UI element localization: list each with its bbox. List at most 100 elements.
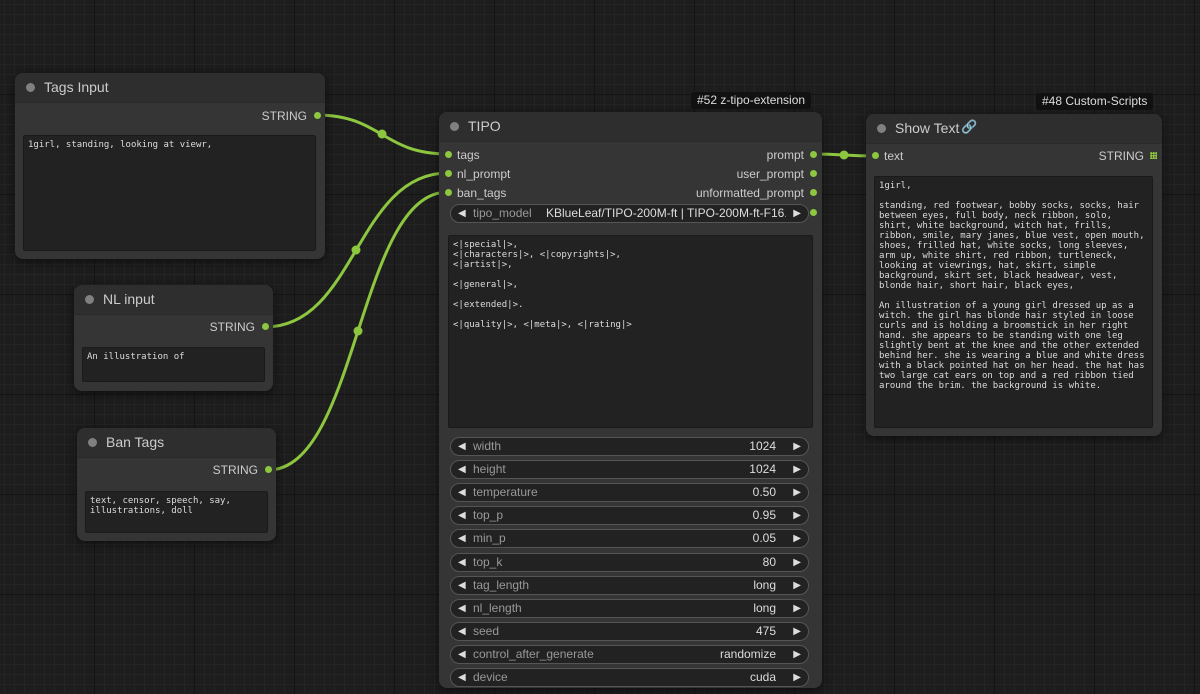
decrement-arrow-icon[interactable]: ◀ xyxy=(458,484,466,501)
node-title: NL input xyxy=(103,291,155,307)
decrement-arrow-icon[interactable]: ◀ xyxy=(458,623,466,640)
tags-input-node[interactable]: Tags Input STRING 1girl, standing, looki… xyxy=(15,73,325,259)
decrement-arrow-icon[interactable]: ◀ xyxy=(458,438,466,455)
output-slot-unformatted-prompt[interactable] xyxy=(810,189,817,196)
widget-height[interactable]: ◀ height 1024 ▶ xyxy=(450,460,809,480)
widget-name: min_p xyxy=(473,531,506,546)
collapse-dot-icon[interactable] xyxy=(26,83,35,92)
show-text-node-badge: #48 Custom-Scripts xyxy=(1036,93,1154,110)
widget-width[interactable]: ◀ width 1024 ▶ xyxy=(450,437,809,456)
widget-tag-length[interactable]: ◀ tag_length long ▶ xyxy=(450,575,809,595)
widget-top-k[interactable]: ◀ top_k 80 ▶ xyxy=(450,552,809,572)
widget-control-after-generate[interactable]: ◀ control_after_generate randomize ▶ xyxy=(450,644,809,664)
node-title: Show Text xyxy=(895,120,960,136)
ban-tags-text-field[interactable]: text, censor, speech, say, illustrations… xyxy=(85,491,268,533)
widget-name: tipo_model xyxy=(473,206,532,220)
decrement-arrow-icon[interactable]: ◀ xyxy=(458,507,466,524)
input-slot-tags[interactable] xyxy=(445,151,452,158)
output-slot-extra[interactable] xyxy=(810,209,817,216)
widget-name: nl_length xyxy=(473,600,522,615)
output-slot-dot[interactable] xyxy=(314,112,321,119)
collapse-dot-icon[interactable] xyxy=(450,122,459,131)
output-slot-dot[interactable] xyxy=(265,466,272,473)
increment-arrow-icon[interactable]: ▶ xyxy=(793,669,801,686)
widget-name: device xyxy=(473,670,508,684)
increment-arrow-icon[interactable]: ▶ xyxy=(793,507,801,524)
link-ban-tags-midpoint xyxy=(353,326,363,336)
node-title-bar[interactable]: Show Text 🔗 xyxy=(866,114,1162,144)
input-slot-nl-prompt[interactable] xyxy=(445,170,452,177)
decrement-arrow-icon[interactable]: ◀ xyxy=(458,646,466,663)
increment-arrow-icon[interactable]: ▶ xyxy=(793,205,801,222)
show-text-output-field[interactable]: 1girl, standing, red footwear, bobby soc… xyxy=(874,176,1153,428)
output-slot-prompt[interactable] xyxy=(810,151,817,158)
increment-arrow-icon[interactable]: ▶ xyxy=(793,530,801,547)
output-label-unformatted-prompt: unformatted_prompt xyxy=(695,186,804,200)
link-icon: 🔗 xyxy=(961,119,978,134)
input-slot-ban-tags[interactable] xyxy=(445,189,452,196)
format-text-field[interactable]: <|special|>, <|characters|>, <|copyright… xyxy=(448,235,813,428)
node-title-bar[interactable]: NL input xyxy=(74,285,273,315)
widget-value: cuda xyxy=(749,670,776,684)
widget-name: temperature xyxy=(473,485,538,500)
output-slot-user-prompt[interactable] xyxy=(810,170,817,177)
widget-value: 1024 xyxy=(749,439,776,453)
input-label-nl-prompt: nl_prompt xyxy=(457,167,511,181)
increment-arrow-icon[interactable]: ▶ xyxy=(793,600,801,617)
show-text-node[interactable]: Show Text 🔗 text STRING 1girl, standing,… xyxy=(866,114,1162,436)
widget-value: 0.05 xyxy=(752,531,776,546)
collapse-dot-icon[interactable] xyxy=(88,438,97,447)
link-tags-midpoint xyxy=(377,129,387,139)
output-slot-dot[interactable] xyxy=(262,323,269,330)
increment-arrow-icon[interactable]: ▶ xyxy=(793,577,801,594)
widget-temperature[interactable]: ◀ temperature 0.50 ▶ xyxy=(450,483,809,503)
decrement-arrow-icon[interactable]: ◀ xyxy=(458,530,466,547)
collapse-dot-icon[interactable] xyxy=(877,124,886,133)
node-title-bar[interactable]: TIPO xyxy=(439,112,822,142)
increment-arrow-icon[interactable]: ▶ xyxy=(793,484,801,501)
increment-arrow-icon[interactable]: ▶ xyxy=(793,554,801,571)
nl-input-node[interactable]: NL input STRING An illustration of xyxy=(74,285,273,391)
decrement-arrow-icon[interactable]: ◀ xyxy=(458,554,466,571)
tipo-node[interactable]: TIPO tags nl_prompt ban_tags prompt user… xyxy=(439,112,822,688)
node-title-bar[interactable]: Ban Tags xyxy=(77,428,276,458)
increment-arrow-icon[interactable]: ▶ xyxy=(793,438,801,455)
collapse-dot-icon[interactable] xyxy=(85,295,94,304)
input-label-ban-tags: ban_tags xyxy=(457,186,507,200)
output-label-prompt: prompt xyxy=(766,148,804,162)
widget-nl-length[interactable]: ◀ nl_length long ▶ xyxy=(450,598,809,618)
output-type-label: STRING xyxy=(1098,149,1144,163)
widget-name: width xyxy=(473,439,502,453)
widget-top-p[interactable]: ◀ top_p 0.95 ▶ xyxy=(450,506,809,526)
widget-value: long xyxy=(753,577,776,592)
link-prompt-midpoint xyxy=(839,150,849,160)
widget-value: 1024 xyxy=(749,462,776,477)
increment-arrow-icon[interactable]: ▶ xyxy=(793,461,801,478)
nl-text-field[interactable]: An illustration of xyxy=(82,347,265,382)
increment-arrow-icon[interactable]: ▶ xyxy=(793,623,801,640)
node-title-bar[interactable]: Tags Input xyxy=(15,73,325,103)
decrement-arrow-icon[interactable]: ◀ xyxy=(458,669,466,686)
decrement-arrow-icon[interactable]: ◀ xyxy=(458,577,466,594)
widget-name: top_p xyxy=(473,508,504,523)
node-title: Ban Tags xyxy=(106,434,165,450)
decrement-arrow-icon[interactable]: ◀ xyxy=(458,461,466,478)
list-output-icon[interactable] xyxy=(1150,152,1157,159)
widget-name: seed xyxy=(473,623,500,638)
widget-min-p[interactable]: ◀ min_p 0.05 ▶ xyxy=(450,529,809,549)
widget-device[interactable]: ◀ device cuda ▶ xyxy=(450,668,809,687)
widget-seed[interactable]: ◀ seed 475 ▶ xyxy=(450,621,809,641)
tags-text-field[interactable]: 1girl, standing, looking at viewr, xyxy=(23,135,316,251)
widget-value: long xyxy=(753,600,776,615)
decrement-arrow-icon[interactable]: ◀ xyxy=(458,600,466,617)
output-label-user-prompt: user_prompt xyxy=(736,167,804,181)
input-label-text: text xyxy=(884,149,904,163)
input-slot-text[interactable] xyxy=(872,152,879,159)
node-title: TIPO xyxy=(468,118,501,134)
increment-arrow-icon[interactable]: ▶ xyxy=(793,646,801,663)
output-type-label: STRING xyxy=(209,320,255,334)
decrement-arrow-icon[interactable]: ◀ xyxy=(458,205,466,222)
output-type-label: STRING xyxy=(212,463,258,477)
tipo-model-select[interactable]: ◀ tipo_model KBlueLeaf/TIPO-200M-ft | TI… xyxy=(450,204,809,223)
ban-tags-node[interactable]: Ban Tags STRING text, censor, speech, sa… xyxy=(77,428,276,541)
